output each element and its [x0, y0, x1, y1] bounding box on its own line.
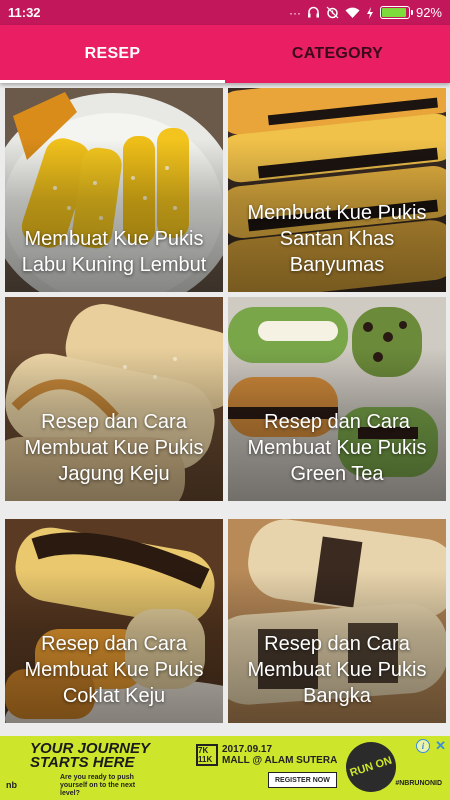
ad-event-venue: MALL @ ALAM SUTERA [222, 755, 338, 766]
ad-distance-badge: 7K 11K [196, 744, 218, 766]
ad-event-date: 2017.09.17 [222, 744, 273, 755]
wifi-icon [345, 7, 360, 18]
status-icons: ··· 92% [289, 5, 442, 20]
headset-icon [307, 6, 319, 18]
battery-icon [379, 6, 413, 19]
battery-fill [381, 8, 406, 17]
recipe-card[interactable]: Resep dan Cara Membuat Kue Pukis Jagung … [5, 297, 223, 501]
recipe-card[interactable]: Membuat Kue Pukis Santan Khas Banyumas [228, 88, 446, 292]
recipe-title: Membuat Kue Pukis Labu Kuning Lembut [21, 228, 207, 276]
ad-runon-logo: RUN ON [339, 736, 403, 799]
recipe-title: Resep dan Cara Membuat Kue Pukis Bangka [247, 633, 427, 707]
status-bar: 11:32 ··· 92% [0, 0, 450, 25]
ad-headline: YOUR JOURNEY STARTS HERE [30, 741, 150, 771]
recipe-card[interactable]: Resep dan Cara Membuat Kue Pukis Bangka [228, 519, 446, 723]
ad-info-icon[interactable]: i [416, 739, 430, 753]
tab-resep[interactable]: RESEP [0, 25, 225, 83]
recipe-title: Resep dan Cara Membuat Kue Pukis Green T… [247, 411, 427, 485]
recipe-title: Membuat Kue Pukis Santan Khas Banyumas [247, 202, 427, 276]
charging-icon [366, 6, 373, 19]
ad-banner[interactable]: YOUR JOURNEY STARTS HERE nb Are you read… [0, 736, 450, 800]
battery-percentage: 92% [415, 5, 442, 20]
tab-category[interactable]: CATEGORY [225, 25, 450, 83]
recipe-title: Resep dan Cara Membuat Kue Pukis Jagung … [24, 411, 204, 485]
recipe-card[interactable]: Resep dan Cara Membuat Kue Pukis Green T… [228, 297, 446, 501]
alarm-icon [326, 6, 339, 19]
ad-hashtag: #NBRUNONID [395, 780, 442, 787]
recipe-grid: Membuat Kue Pukis Labu Kuning Lembut Mem… [0, 83, 450, 736]
ad-close-icon[interactable]: ✕ [435, 738, 446, 754]
recipe-card[interactable]: Membuat Kue Pukis Labu Kuning Lembut [5, 88, 223, 292]
status-time: 11:32 [8, 5, 41, 20]
recipe-card[interactable]: Resep dan Cara Membuat Kue Pukis Coklat … [5, 519, 223, 723]
recipe-title: Resep dan Cara Membuat Kue Pukis Coklat … [24, 633, 204, 707]
tab-bar: RESEP CATEGORY [0, 25, 450, 83]
ad-register-button[interactable]: REGISTER NOW [268, 772, 337, 788]
ad-brand-logo: nb [6, 780, 17, 790]
ad-event-info: 2017.09.17 MALL @ ALAM SUTERA [222, 744, 337, 766]
ad-headline-line2: STARTS HERE [30, 754, 135, 771]
ad-subtext: Are you ready to push yourself on to the… [60, 774, 136, 797]
more-icon: ··· [288, 5, 301, 20]
